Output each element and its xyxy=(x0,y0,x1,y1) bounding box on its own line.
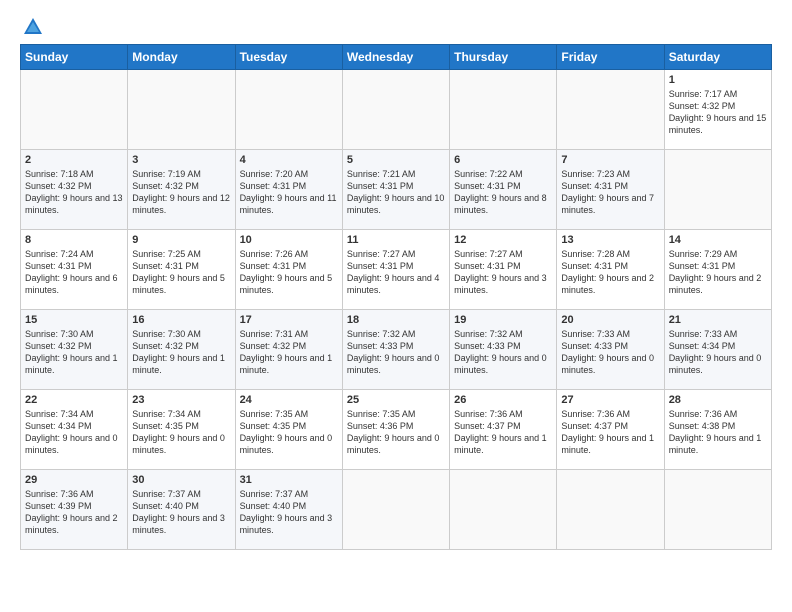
logo xyxy=(20,16,44,34)
calendar-cell: 14Sunrise: 7:29 AMSunset: 4:31 PMDayligh… xyxy=(664,230,771,310)
calendar-cell-empty xyxy=(664,470,771,550)
calendar-day-header: Sunday xyxy=(21,45,128,70)
calendar-cell: 20Sunrise: 7:33 AMSunset: 4:33 PMDayligh… xyxy=(557,310,664,390)
calendar-cell: 15Sunrise: 7:30 AMSunset: 4:32 PMDayligh… xyxy=(21,310,128,390)
calendar-week-row: 2Sunrise: 7:18 AMSunset: 4:32 PMDaylight… xyxy=(21,150,772,230)
calendar-cell: 16Sunrise: 7:30 AMSunset: 4:32 PMDayligh… xyxy=(128,310,235,390)
calendar-cell: 30Sunrise: 7:37 AMSunset: 4:40 PMDayligh… xyxy=(128,470,235,550)
calendar-cell-empty xyxy=(450,470,557,550)
calendar-week-row: 1Sunrise: 7:17 AMSunset: 4:32 PMDaylight… xyxy=(21,70,772,150)
calendar-week-row: 15Sunrise: 7:30 AMSunset: 4:32 PMDayligh… xyxy=(21,310,772,390)
calendar-cell: 19Sunrise: 7:32 AMSunset: 4:33 PMDayligh… xyxy=(450,310,557,390)
calendar-cell: 9Sunrise: 7:25 AMSunset: 4:31 PMDaylight… xyxy=(128,230,235,310)
calendar-cell-empty xyxy=(557,470,664,550)
calendar-cell-empty xyxy=(342,470,449,550)
calendar-cell: 24Sunrise: 7:35 AMSunset: 4:35 PMDayligh… xyxy=(235,390,342,470)
calendar-week-row: 22Sunrise: 7:34 AMSunset: 4:34 PMDayligh… xyxy=(21,390,772,470)
calendar-cell: 21Sunrise: 7:33 AMSunset: 4:34 PMDayligh… xyxy=(664,310,771,390)
header xyxy=(20,16,772,34)
calendar-table: SundayMondayTuesdayWednesdayThursdayFrid… xyxy=(20,44,772,550)
calendar-cell: 2Sunrise: 7:18 AMSunset: 4:32 PMDaylight… xyxy=(21,150,128,230)
calendar-cell-empty xyxy=(235,70,342,150)
calendar-day-header: Wednesday xyxy=(342,45,449,70)
calendar-cell: 11Sunrise: 7:27 AMSunset: 4:31 PMDayligh… xyxy=(342,230,449,310)
calendar-day-header: Saturday xyxy=(664,45,771,70)
calendar-day-header: Tuesday xyxy=(235,45,342,70)
calendar-cell: 4Sunrise: 7:20 AMSunset: 4:31 PMDaylight… xyxy=(235,150,342,230)
calendar-cell: 29Sunrise: 7:36 AMSunset: 4:39 PMDayligh… xyxy=(21,470,128,550)
calendar-cell-empty xyxy=(664,150,771,230)
calendar-cell: 27Sunrise: 7:36 AMSunset: 4:37 PMDayligh… xyxy=(557,390,664,470)
calendar-week-row: 8Sunrise: 7:24 AMSunset: 4:31 PMDaylight… xyxy=(21,230,772,310)
calendar-week-row: 29Sunrise: 7:36 AMSunset: 4:39 PMDayligh… xyxy=(21,470,772,550)
calendar-cell: 18Sunrise: 7:32 AMSunset: 4:33 PMDayligh… xyxy=(342,310,449,390)
calendar-cell: 8Sunrise: 7:24 AMSunset: 4:31 PMDaylight… xyxy=(21,230,128,310)
logo-icon xyxy=(22,16,44,38)
page: SundayMondayTuesdayWednesdayThursdayFrid… xyxy=(0,0,792,612)
calendar-cell: 25Sunrise: 7:35 AMSunset: 4:36 PMDayligh… xyxy=(342,390,449,470)
calendar-cell: 22Sunrise: 7:34 AMSunset: 4:34 PMDayligh… xyxy=(21,390,128,470)
calendar-cell: 17Sunrise: 7:31 AMSunset: 4:32 PMDayligh… xyxy=(235,310,342,390)
calendar-day-header: Friday xyxy=(557,45,664,70)
calendar-cell: 10Sunrise: 7:26 AMSunset: 4:31 PMDayligh… xyxy=(235,230,342,310)
calendar-cell: 7Sunrise: 7:23 AMSunset: 4:31 PMDaylight… xyxy=(557,150,664,230)
calendar-header-row: SundayMondayTuesdayWednesdayThursdayFrid… xyxy=(21,45,772,70)
calendar-cell-empty xyxy=(450,70,557,150)
calendar-cell: 12Sunrise: 7:27 AMSunset: 4:31 PMDayligh… xyxy=(450,230,557,310)
calendar-cell-empty xyxy=(557,70,664,150)
calendar-cell-empty xyxy=(342,70,449,150)
calendar-cell: 28Sunrise: 7:36 AMSunset: 4:38 PMDayligh… xyxy=(664,390,771,470)
calendar-cell-empty xyxy=(21,70,128,150)
calendar-cell: 13Sunrise: 7:28 AMSunset: 4:31 PMDayligh… xyxy=(557,230,664,310)
calendar-cell-empty xyxy=(128,70,235,150)
calendar-cell: 26Sunrise: 7:36 AMSunset: 4:37 PMDayligh… xyxy=(450,390,557,470)
calendar-day-header: Monday xyxy=(128,45,235,70)
calendar-cell: 6Sunrise: 7:22 AMSunset: 4:31 PMDaylight… xyxy=(450,150,557,230)
calendar-cell: 23Sunrise: 7:34 AMSunset: 4:35 PMDayligh… xyxy=(128,390,235,470)
calendar-cell: 31Sunrise: 7:37 AMSunset: 4:40 PMDayligh… xyxy=(235,470,342,550)
logo-text xyxy=(20,16,44,38)
calendar-cell: 5Sunrise: 7:21 AMSunset: 4:31 PMDaylight… xyxy=(342,150,449,230)
calendar-day-header: Thursday xyxy=(450,45,557,70)
calendar-cell: 1Sunrise: 7:17 AMSunset: 4:32 PMDaylight… xyxy=(664,70,771,150)
calendar-cell: 3Sunrise: 7:19 AMSunset: 4:32 PMDaylight… xyxy=(128,150,235,230)
